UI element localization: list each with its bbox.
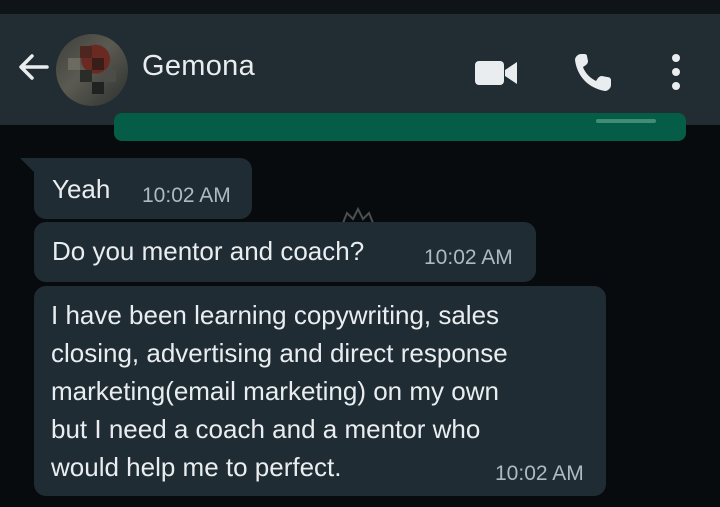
more-vertical-icon[interactable] xyxy=(664,50,688,94)
message-text: Yeah xyxy=(52,174,111,204)
bubble-tail xyxy=(20,158,36,174)
incoming-message-bubble[interactable]: I have been learning copywriting, sales … xyxy=(34,286,606,496)
message-timestamp: 10:02 AM xyxy=(142,184,231,207)
message-text: I have been learning copywriting, sales … xyxy=(51,300,508,482)
phone-icon[interactable] xyxy=(572,50,612,94)
status-bar xyxy=(0,0,720,14)
incoming-message-bubble[interactable]: Yeah 10:02 AM xyxy=(20,158,252,219)
arrow-left-icon[interactable] xyxy=(14,48,52,86)
message-list[interactable]: Yeah 10:02 AM Do you mentor and coach? 1… xyxy=(0,113,720,507)
message-timestamp: 10:02 AM xyxy=(424,246,513,269)
avatar[interactable] xyxy=(56,34,128,106)
chat-header: Gemona xyxy=(0,14,720,125)
outgoing-message-bubble xyxy=(114,113,686,141)
message-text: Do you mentor and coach? xyxy=(52,236,365,266)
message-timestamp: 10:02 AM xyxy=(495,462,584,485)
video-call-icon[interactable] xyxy=(474,58,518,88)
read-receipt-icon xyxy=(596,119,656,123)
incoming-message-bubble[interactable]: Do you mentor and coach? 10:02 AM xyxy=(34,222,536,282)
contact-name[interactable]: Gemona xyxy=(142,50,255,83)
